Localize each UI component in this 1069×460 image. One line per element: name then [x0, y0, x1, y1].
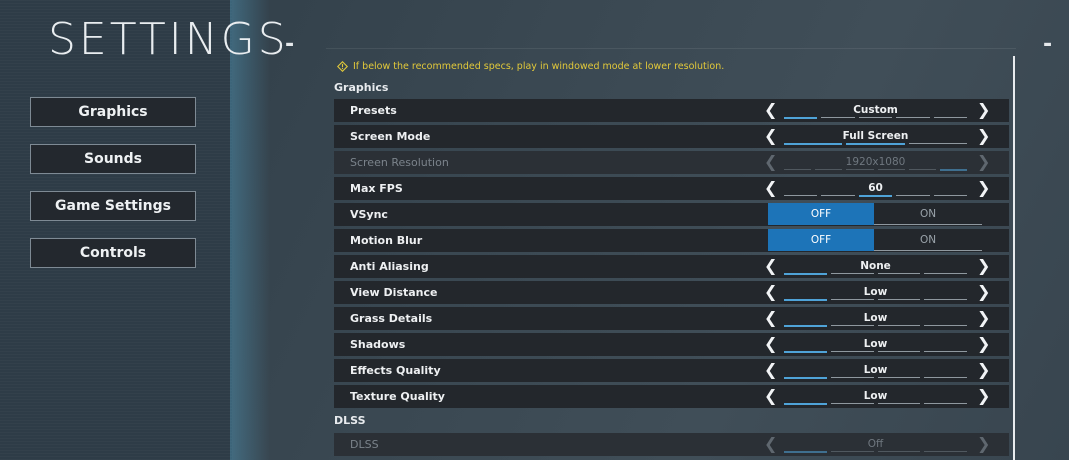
chevron-left-icon: ❮ [764, 434, 778, 453]
chevron-left-icon[interactable]: ❮ [764, 179, 777, 197]
chevron-right-icon[interactable]: ❯ [977, 361, 990, 379]
chevron-right-icon[interactable]: ❯ [977, 127, 990, 145]
setting-value: Low [863, 364, 888, 376]
chevron-right-icon[interactable]: ❯ [977, 283, 990, 301]
setting-label: Grass Details [350, 312, 433, 325]
collapse-dash-left: - [285, 32, 295, 57]
chevron-left-icon: ❮ [764, 152, 778, 171]
option-indicator [784, 117, 968, 119]
warning-diamond-icon [337, 61, 348, 72]
setting-label: Anti Aliasing [350, 260, 429, 273]
option-indicator [784, 351, 967, 353]
nav-controls-button[interactable]: Controls [30, 238, 196, 268]
chevron-left-icon[interactable]: ❮ [764, 127, 777, 145]
setting-row-screen-mode: Screen Mode ❮ Full Screen ❯ [334, 125, 1009, 148]
setting-value: 60 [868, 182, 883, 194]
option-indicator [784, 273, 967, 275]
option-indicator [784, 195, 968, 197]
setting-row-anti-aliasing: Anti Aliasing ❮ None ❯ [334, 255, 1009, 278]
option-indicator [784, 143, 967, 145]
setting-label: View Distance [350, 286, 438, 299]
setting-value: Off [867, 438, 884, 450]
setting-value: Full Screen [842, 130, 909, 142]
motion-blur-off-toggle[interactable]: OFF [768, 229, 874, 251]
chevron-left-icon[interactable]: ❮ [764, 335, 777, 353]
chevron-right-icon[interactable]: ❯ [977, 335, 990, 353]
motion-blur-on-toggle[interactable]: ON [874, 229, 982, 251]
setting-label: Effects Quality [350, 364, 441, 377]
setting-row-effects-quality: Effects Quality ❮ Low ❯ [334, 359, 1009, 382]
setting-label: Screen Resolution [350, 156, 449, 169]
warning-message: If below the recommended specs, play in … [337, 61, 724, 72]
chevron-left-icon[interactable]: ❮ [764, 309, 777, 327]
warning-text: If below the recommended specs, play in … [353, 61, 725, 72]
setting-label: Shadows [350, 338, 406, 351]
setting-label: Presets [350, 104, 397, 117]
setting-row-vsync: VSync OFF ON [334, 203, 1009, 226]
vsync-off-toggle[interactable]: OFF [768, 203, 874, 225]
setting-row-view-distance: View Distance ❮ Low ❯ [334, 281, 1009, 304]
chevron-right-icon[interactable]: ❯ [977, 257, 990, 275]
setting-row-texture-quality: Texture Quality ❮ Low ❯ [334, 385, 1009, 408]
scrollbar[interactable] [1013, 56, 1015, 460]
option-indicator [784, 403, 967, 405]
setting-value: None [860, 260, 891, 272]
chevron-left-icon[interactable]: ❮ [764, 283, 777, 301]
section-dlss-label: DLSS [334, 414, 366, 427]
chevron-right-icon: ❯ [977, 434, 991, 453]
setting-label: VSync [350, 208, 388, 221]
setting-label: Motion Blur [350, 234, 423, 247]
setting-label: Screen Mode [350, 130, 431, 143]
page-title: SETTINGS [48, 14, 289, 65]
setting-row-dlss: DLSS ❮ Off ❯ [334, 433, 1009, 456]
nav-game-settings-button[interactable]: Game Settings [30, 191, 196, 221]
option-indicator [784, 377, 967, 379]
collapse-dash-right: - [1043, 32, 1053, 57]
setting-row-presets: Presets ❮ Custom ❯ [334, 99, 1009, 122]
chevron-right-icon[interactable]: ❯ [977, 101, 990, 119]
chevron-left-icon[interactable]: ❮ [764, 101, 777, 119]
option-indicator [784, 325, 967, 327]
option-indicator [784, 169, 968, 171]
divider [326, 48, 1016, 49]
setting-value: Low [863, 286, 888, 298]
vsync-on-toggle[interactable]: ON [874, 203, 982, 225]
setting-row-motion-blur: Motion Blur OFF ON [334, 229, 1009, 252]
chevron-left-icon[interactable]: ❮ [764, 257, 777, 275]
chevron-right-icon[interactable]: ❯ [977, 179, 990, 197]
setting-value: Low [863, 390, 888, 402]
chevron-right-icon[interactable]: ❯ [977, 387, 990, 405]
option-indicator [784, 451, 967, 453]
nav-graphics-button[interactable]: Graphics [30, 97, 196, 127]
section-graphics-label: Graphics [334, 81, 389, 94]
setting-value: Custom [853, 104, 898, 116]
chevron-left-icon[interactable]: ❮ [764, 387, 777, 405]
setting-label: Texture Quality [350, 390, 445, 403]
chevron-right-icon: ❯ [977, 152, 991, 171]
setting-row-max-fps: Max FPS ❮ 60 ❯ [334, 177, 1009, 200]
left-panel [0, 0, 232, 460]
nav-sounds-button[interactable]: Sounds [30, 144, 196, 174]
setting-label: DLSS [350, 438, 379, 451]
setting-value: 1920x1080 [845, 156, 906, 168]
chevron-right-icon[interactable]: ❯ [977, 309, 990, 327]
panel-edge-glow [230, 0, 270, 460]
chevron-left-icon[interactable]: ❮ [764, 361, 777, 379]
setting-value: Low [863, 338, 888, 350]
setting-row-shadows: Shadows ❮ Low ❯ [334, 333, 1009, 356]
setting-label: Max FPS [350, 182, 403, 195]
setting-value: Low [863, 312, 888, 324]
option-indicator [784, 299, 967, 301]
setting-row-grass-details: Grass Details ❮ Low ❯ [334, 307, 1009, 330]
setting-row-screen-resolution: Screen Resolution ❮ 1920x1080 ❯ [334, 151, 1009, 174]
